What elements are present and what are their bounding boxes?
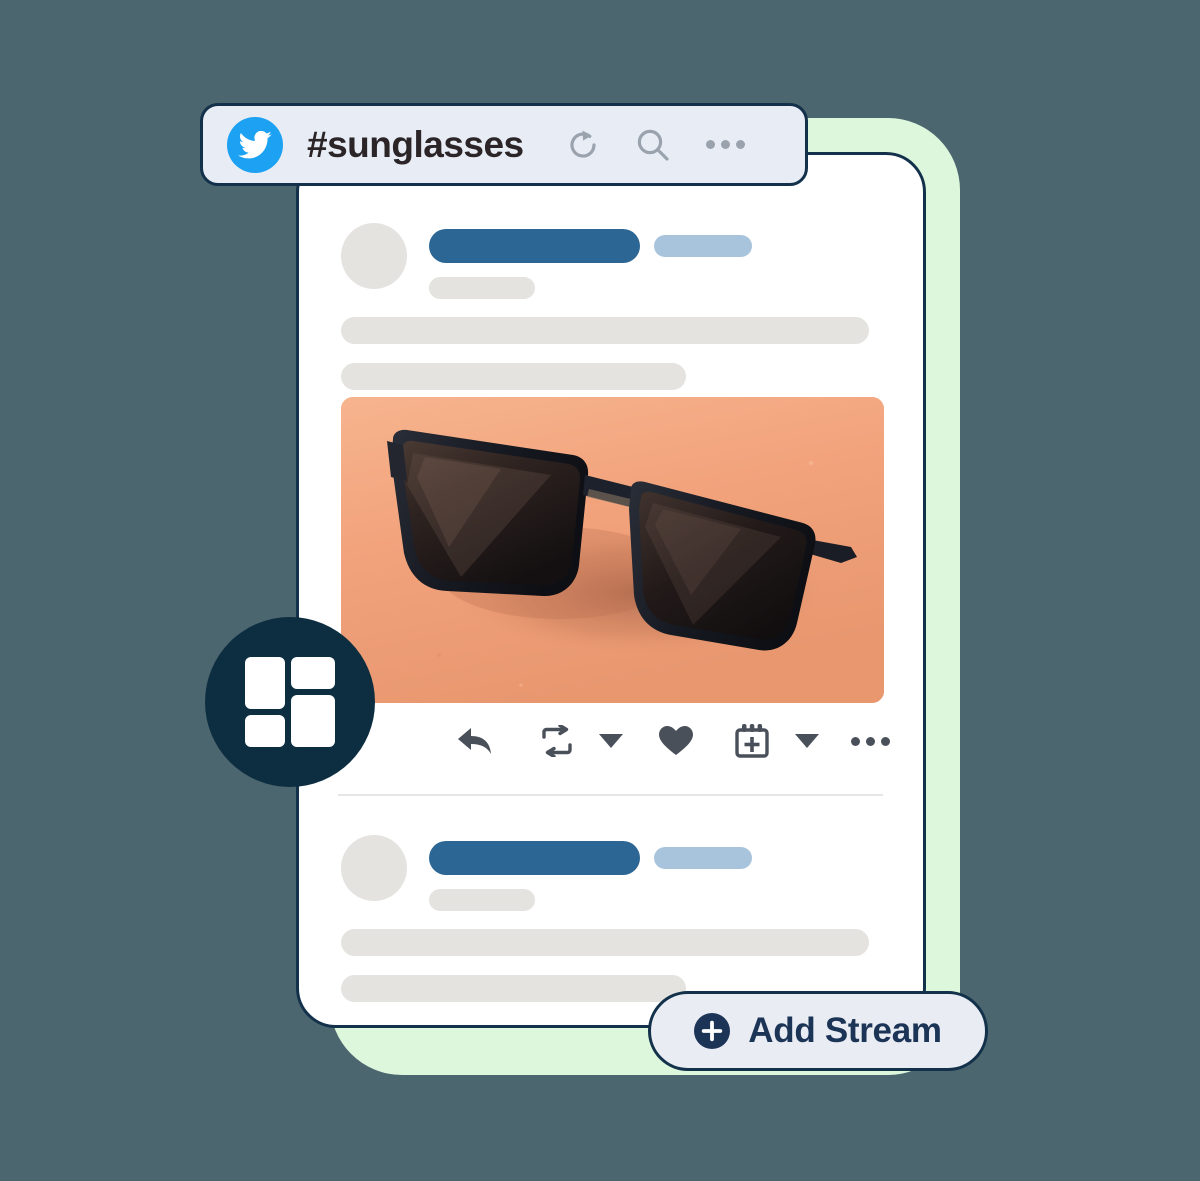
- post-2-body-line-2: [341, 975, 686, 1002]
- retweet-glyph: [542, 725, 572, 757]
- refresh-glyph: [570, 130, 596, 158]
- three-dots-glyph: [851, 736, 890, 746]
- post-divider: [338, 794, 883, 796]
- logo-grid-glyph: [245, 657, 335, 747]
- add-stream-label: Add Stream: [748, 1011, 942, 1050]
- stream-more-options-icon[interactable]: [705, 140, 745, 149]
- search-glyph: [637, 129, 669, 161]
- reply-arrow-glyph: [458, 728, 491, 754]
- author-name-placeholder: [429, 229, 640, 263]
- author-handle-placeholder: [654, 847, 752, 869]
- retweet-icon[interactable]: [537, 725, 577, 757]
- post-more-options-icon[interactable]: [851, 736, 890, 746]
- post-meta-placeholder: [429, 889, 535, 911]
- schedule-options-chevron-down-icon[interactable]: [795, 734, 819, 748]
- calendar-add-icon[interactable]: [733, 724, 771, 758]
- post-1-body-line-1: [341, 317, 869, 344]
- sunglasses-photo-icon: [341, 397, 884, 703]
- heart-glyph: [659, 726, 693, 755]
- post-1-identity-placeholders: [429, 223, 752, 299]
- heart-icon[interactable]: [657, 725, 695, 757]
- twitter-bird-glyph: [238, 130, 272, 158]
- post-1-body-line-2: [341, 363, 686, 390]
- stream-header-bar: #sunglasses: [200, 103, 808, 186]
- logo-tile-top-left: [245, 657, 285, 709]
- search-icon[interactable]: [636, 128, 670, 162]
- post-2-header: [341, 835, 752, 911]
- post-2-name-row: [429, 841, 752, 875]
- refresh-icon[interactable]: [566, 128, 600, 162]
- post-media-image[interactable]: [341, 397, 884, 703]
- twitter-bird-icon: [227, 116, 283, 173]
- logo-tile-bottom-right: [291, 695, 335, 747]
- post-action-bar: [455, 724, 890, 758]
- add-stream-button[interactable]: Add Stream: [648, 991, 988, 1071]
- logo-tile-top-right: [291, 657, 335, 689]
- avatar: [341, 223, 407, 289]
- plus-circle-icon: [694, 1013, 731, 1049]
- retweet-options-chevron-down-icon[interactable]: [599, 734, 623, 748]
- app-grid-logo-icon: [205, 617, 375, 787]
- post-1-name-row: [429, 229, 752, 263]
- avatar: [341, 835, 407, 901]
- post-2-body-line-1: [341, 929, 869, 956]
- post-meta-placeholder: [429, 277, 535, 299]
- post-2-identity-placeholders: [429, 835, 752, 911]
- calendar-add-glyph: [735, 724, 769, 758]
- screenshot-stage: #sunglasses Add Stream: [0, 0, 1200, 1181]
- post-1-header: [341, 223, 752, 299]
- author-name-placeholder: [429, 841, 640, 875]
- stream-title: #sunglasses: [307, 123, 524, 165]
- author-handle-placeholder: [654, 235, 752, 257]
- reply-icon[interactable]: [455, 726, 495, 756]
- three-dots-glyph: [705, 140, 745, 149]
- logo-tile-bottom-left: [245, 715, 285, 747]
